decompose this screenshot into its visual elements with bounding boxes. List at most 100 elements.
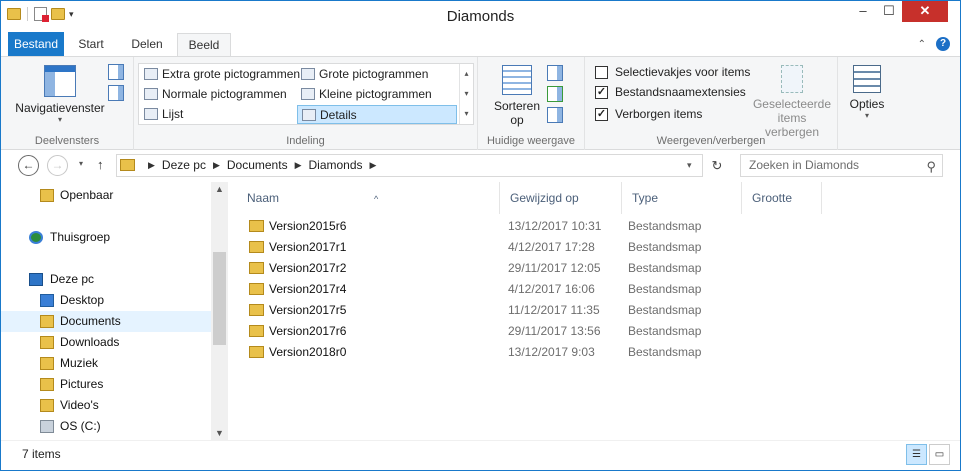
forward-button[interactable]: → xyxy=(47,155,68,176)
table-row[interactable]: Version2017r6 29/11/2017 13:56 Bestandsmap xyxy=(229,321,829,342)
nav-item-label: Pictures xyxy=(60,377,104,391)
hide-selected-button[interactable]: Geselecteerde items verbergen xyxy=(750,65,834,139)
column-header-naam[interactable]: Naam ^ xyxy=(237,182,500,214)
column-header-gewijzigd-op[interactable]: Gewijzigd op xyxy=(500,182,622,214)
maximize-button[interactable]: ☐ xyxy=(876,1,902,22)
nav-item-documents[interactable]: Documents xyxy=(1,311,211,332)
checkbox-file-extensions[interactable]: ✓ Bestandsnaamextensies xyxy=(595,85,746,101)
column-header-type[interactable]: Type xyxy=(622,182,742,214)
title-bar: ▾ Diamonds – ☐ ✕ xyxy=(1,1,960,32)
nav-item-videos[interactable]: Video's xyxy=(1,395,211,416)
row-name: Version2017r4 xyxy=(269,282,347,296)
sort-by-button[interactable]: Sorteren op xyxy=(492,65,542,127)
column-label: Naam xyxy=(247,191,280,205)
refresh-button[interactable]: ↻ xyxy=(707,154,727,177)
size-columns-icon[interactable] xyxy=(547,107,563,123)
preview-pane-icon[interactable] xyxy=(108,64,124,80)
nav-item-deze-pc[interactable]: Deze pc xyxy=(1,269,211,290)
layout-medium-icons[interactable]: Normale pictogrammen xyxy=(140,85,296,104)
layout-gallery-scroll[interactable]: ▴ ▾ ▾ xyxy=(459,64,473,124)
search-placeholder: Zoeken in Diamonds xyxy=(749,158,860,172)
breadcrumb-deze-pc[interactable]: Deze pc xyxy=(162,158,206,172)
checkbox-item-checkboxes[interactable]: Selectievakjes voor items xyxy=(595,65,750,81)
search-icon[interactable]: ⚲ xyxy=(926,156,936,177)
music-icon xyxy=(40,357,54,370)
scroll-thumb[interactable] xyxy=(213,252,226,345)
minimize-button[interactable]: – xyxy=(850,1,876,22)
table-row[interactable]: Version2017r5 11/12/2017 11:35 Bestandsmap xyxy=(229,300,829,321)
recent-locations-icon[interactable]: ▾ xyxy=(79,159,83,168)
breadcrumb-diamonds[interactable]: Diamonds xyxy=(309,158,363,172)
nav-item-label: Documents xyxy=(60,314,121,328)
nav-item-muziek[interactable]: Muziek xyxy=(1,353,211,374)
breadcrumb-arrow-icon[interactable]: ▶ xyxy=(148,160,155,171)
group-by-icon[interactable] xyxy=(547,65,563,81)
search-input[interactable]: Zoeken in Diamonds ⚲ xyxy=(740,154,943,177)
layout-small-icons[interactable]: Kleine pictogrammen xyxy=(297,85,457,104)
nav-item-thuisgroep[interactable]: Thuisgroep xyxy=(1,227,211,248)
layout-list[interactable]: Lijst xyxy=(140,105,296,124)
table-row[interactable]: Version2017r1 4/12/2017 17:28 Bestandsmap xyxy=(229,237,829,258)
address-dropdown-icon[interactable]: ▾ xyxy=(687,160,692,171)
nav-pane-scrollbar[interactable]: ▲ ▼ xyxy=(211,182,228,440)
breadcrumb-arrow-icon[interactable]: ▶ xyxy=(295,160,302,171)
group-label-layout: Indeling xyxy=(286,135,325,147)
nav-item-downloads[interactable]: Downloads xyxy=(1,332,211,353)
nav-item-desktop[interactable]: Desktop xyxy=(1,290,211,311)
downloads-icon xyxy=(40,336,54,349)
chevron-down-icon: ▾ xyxy=(864,111,869,120)
layout-details[interactable]: Details xyxy=(297,105,457,124)
checkbox-box[interactable] xyxy=(595,66,608,79)
checkbox-box[interactable]: ✓ xyxy=(595,86,608,99)
tab-delen[interactable]: Delen xyxy=(121,33,173,57)
collapse-ribbon-icon[interactable]: ⌃ xyxy=(918,39,926,50)
group-panes: Navigatievenster ▾ Deelvensters xyxy=(1,57,134,150)
add-columns-icon[interactable] xyxy=(547,86,563,102)
nav-item-os-c[interactable]: OS (C:) xyxy=(1,416,211,437)
nav-item-pictures[interactable]: Pictures xyxy=(1,374,211,395)
navigation-pane: Openbaar Thuisgroep Deze pc Desktop Docu… xyxy=(1,182,228,440)
checkbox-hidden-items[interactable]: ✓ Verborgen items xyxy=(595,107,702,123)
row-name: Version2017r2 xyxy=(269,261,347,275)
breadcrumb-arrow-icon[interactable]: ▶ xyxy=(213,160,220,171)
navigation-pane-button[interactable]: Navigatievenster ▾ xyxy=(13,65,107,124)
scroll-up-icon[interactable]: ▲ xyxy=(211,184,228,194)
details-pane-icon[interactable] xyxy=(108,85,124,101)
large-icons-icon xyxy=(301,68,315,80)
up-button[interactable]: ↑ xyxy=(97,157,104,172)
column-header-grootte[interactable]: Grootte xyxy=(742,182,822,214)
sort-label-1: Sorteren xyxy=(493,99,541,113)
gallery-down-icon[interactable]: ▾ xyxy=(460,84,473,104)
options-button[interactable]: Opties ▾ xyxy=(844,65,890,120)
column-label: Grootte xyxy=(752,191,793,205)
table-row[interactable]: Version2018r0 13/12/2017 9:03 Bestandsmap xyxy=(229,342,829,363)
tab-bestand[interactable]: Bestand xyxy=(8,32,64,57)
tab-beeld[interactable]: Beeld xyxy=(177,33,231,58)
breadcrumb-documents[interactable]: Documents xyxy=(227,158,288,172)
gallery-up-icon[interactable]: ▴ xyxy=(460,64,473,84)
checkbox-box[interactable]: ✓ xyxy=(595,108,608,121)
sort-icon xyxy=(502,65,532,95)
breadcrumb-arrow-icon[interactable]: ▶ xyxy=(370,160,377,171)
address-row: ← → ▾ ↑ ▶ Deze pc ▶ Documents ▶ Diamonds… xyxy=(1,150,960,182)
table-row[interactable]: Version2015r6 13/12/2017 10:31 Bestandsmap xyxy=(229,216,829,237)
folder-icon xyxy=(249,241,264,253)
layout-option-label: Details xyxy=(320,108,357,122)
nav-item-openbaar[interactable]: Openbaar xyxy=(1,185,211,206)
help-icon[interactable]: ? xyxy=(936,37,950,51)
table-row[interactable]: Version2017r2 29/11/2017 12:05 Bestandsmap xyxy=(229,258,829,279)
hide-selected-label-1: Geselecteerde xyxy=(752,97,832,111)
gallery-more-icon[interactable]: ▾ xyxy=(460,104,473,124)
close-button[interactable]: ✕ xyxy=(902,1,948,22)
large-icons-view-icon[interactable]: ▭ xyxy=(929,444,950,465)
options-label: Opties xyxy=(849,97,885,111)
back-button[interactable]: ← xyxy=(18,155,39,176)
tab-start[interactable]: Start xyxy=(67,33,115,57)
address-bar[interactable]: ▶ Deze pc ▶ Documents ▶ Diamonds ▶ ▾ xyxy=(116,154,703,177)
scroll-down-icon[interactable]: ▼ xyxy=(211,428,228,438)
table-row[interactable]: Version2017r4 4/12/2017 16:06 Bestandsmap xyxy=(229,279,829,300)
layout-extra-large-icons[interactable]: Extra grote pictogrammen xyxy=(140,65,300,84)
details-view-icon[interactable]: ☰ xyxy=(906,444,927,465)
folder-icon xyxy=(40,189,54,202)
layout-large-icons[interactable]: Grote pictogrammen xyxy=(297,65,457,84)
